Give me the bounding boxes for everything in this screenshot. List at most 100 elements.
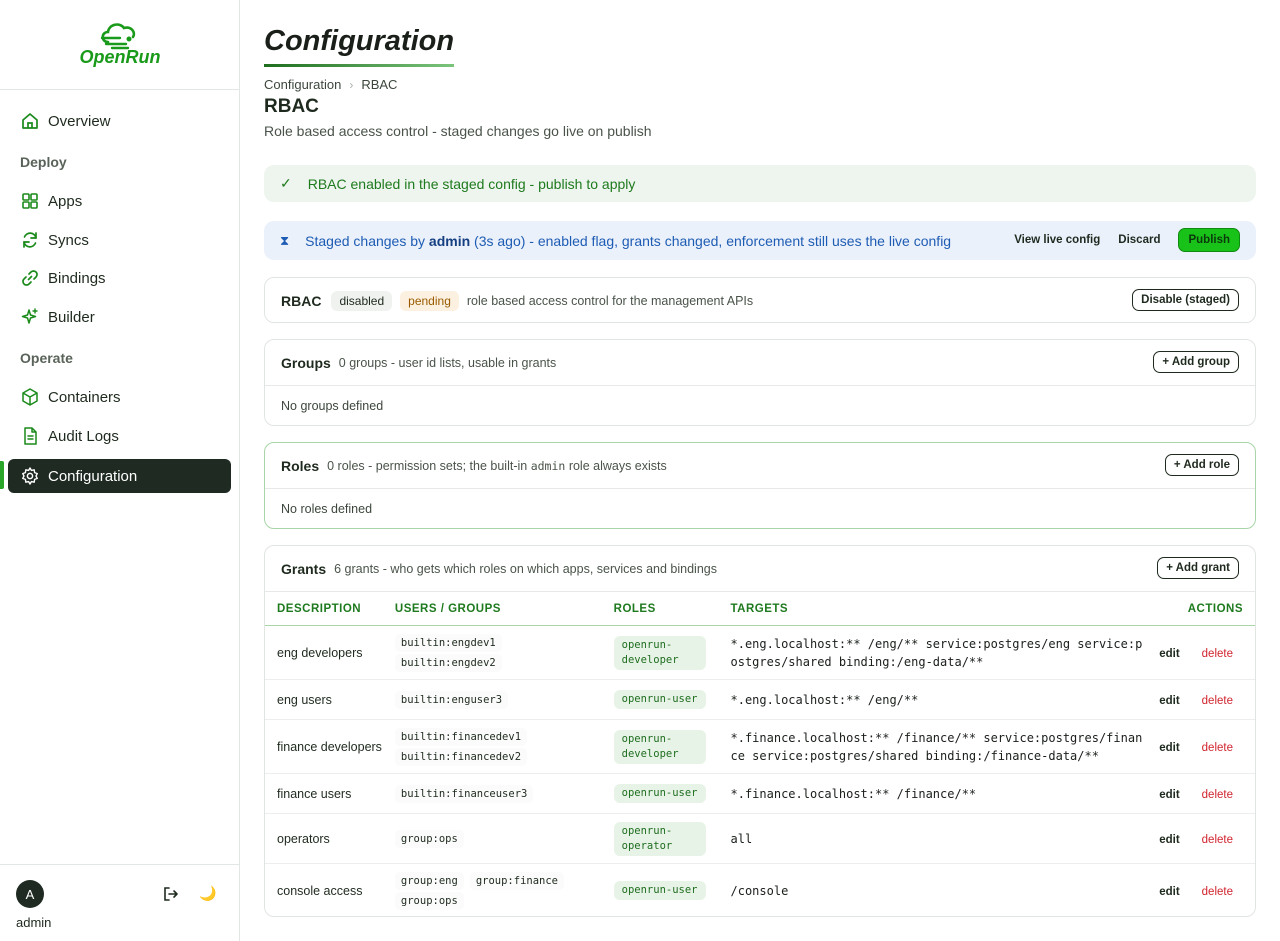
cube-icon: [22, 388, 38, 406]
sidebar: OpenRun Overview Deploy Apps Syncs Bindi…: [0, 0, 240, 941]
rbac-card-description: role based access control for the manage…: [466, 293, 754, 308]
grants-card-subtitle: 6 grants - who gets which roles on which…: [334, 561, 717, 576]
success-banner: ✓ RBAC enabled in the staged config - pu…: [264, 165, 1256, 202]
grant-role: openrun-developer: [601, 625, 719, 680]
grant-targets: *.finance.localhost:** /finance/** servi…: [718, 719, 1143, 774]
grant-actions: edit delete: [1143, 679, 1255, 720]
home-icon: [22, 113, 38, 129]
gear-icon: [22, 467, 38, 485]
sidebar-item-label: Syncs: [48, 231, 89, 249]
user-area: A admin 🌙: [0, 864, 239, 941]
status-badge: disabled: [331, 290, 393, 311]
sidebar-item-bindings[interactable]: Bindings: [8, 261, 231, 295]
grant-users: group:eng group:finance group:ops: [383, 864, 602, 918]
delete-button[interactable]: delete: [1202, 648, 1233, 660]
logout-icon[interactable]: [162, 885, 180, 903]
view-live-config-button[interactable]: View live config: [1014, 234, 1100, 246]
edit-button[interactable]: edit: [1159, 789, 1179, 801]
section-subtitle: Role based access control - staged chang…: [264, 123, 652, 139]
grant-users: builtin:engdev1 builtin:engdev2: [382, 625, 602, 680]
sidebar-item-label: Overview: [48, 112, 111, 130]
user-chip: builtin:engdev1: [394, 633, 502, 652]
sidebar-item-syncs[interactable]: Syncs: [8, 223, 231, 257]
edit-button[interactable]: edit: [1159, 648, 1179, 660]
grant-description: finance users: [265, 773, 383, 814]
grant-actions: edit delete: [1143, 719, 1255, 774]
rbac-card-title: RBAC: [281, 292, 322, 309]
grants-card: Grants 6 grants - who gets which roles o…: [264, 545, 1256, 917]
grid-icon: [22, 193, 38, 209]
cloud-logo-icon: [100, 23, 136, 50]
sidebar-item-configuration[interactable]: Configuration: [8, 459, 231, 493]
breadcrumb-rbac: RBAC: [361, 77, 398, 92]
role-chip: openrun-user: [613, 881, 706, 901]
rbac-card-header: RBAC disabled pending role based access …: [265, 278, 1255, 323]
banner-actions: View live config Discard Publish: [1014, 228, 1240, 252]
breadcrumb-configuration[interactable]: Configuration: [264, 77, 341, 92]
grant-actions: edit delete: [1143, 625, 1255, 680]
grant-role: openrun-user: [601, 773, 719, 814]
delete-button[interactable]: delete: [1202, 695, 1233, 707]
grants-table-header: DESCRIPTION USERS / GROUPS ROLES TARGETS…: [265, 591, 1255, 626]
roles-card-title: Roles: [281, 457, 320, 474]
roles-card-header: Roles 0 roles - permission sets; the bui…: [265, 443, 1255, 488]
grant-actions: edit delete: [1143, 864, 1255, 918]
add-role-button[interactable]: + Add role: [1164, 454, 1239, 476]
role-chip: openrun-operator: [613, 821, 706, 856]
avatar[interactable]: A: [16, 880, 44, 908]
edit-button[interactable]: edit: [1159, 695, 1179, 707]
groups-card-subtitle: 0 groups - user id lists, usable in gran…: [338, 355, 557, 370]
logo[interactable]: OpenRun: [0, 0, 240, 90]
column-header-roles: ROLES: [601, 591, 719, 626]
chevron-right-icon: ›: [349, 77, 354, 92]
sidebar-item-overview[interactable]: Overview: [8, 104, 231, 138]
table-row: console access group:eng group:financegrou…: [265, 864, 1255, 918]
user-chip: builtin:financedev2: [394, 747, 528, 766]
link-icon: [22, 270, 38, 286]
add-group-button[interactable]: + Add group: [1153, 351, 1239, 373]
user-chip: builtin:enguser3: [394, 690, 509, 709]
edit-button[interactable]: edit: [1159, 886, 1179, 898]
publish-button[interactable]: Publish: [1178, 228, 1240, 252]
groups-card-title: Groups: [281, 354, 331, 371]
grant-users: builtin:enguser3: [382, 679, 602, 720]
delete-button[interactable]: delete: [1202, 886, 1233, 898]
breadcrumb: Configuration › RBAC: [264, 77, 397, 92]
disable-staged-button[interactable]: Disable (staged): [1132, 289, 1239, 311]
delete-button[interactable]: delete: [1202, 742, 1233, 754]
grant-description: console access: [277, 883, 363, 898]
pending-badge: pending: [400, 290, 459, 311]
column-header-actions: ACTIONS: [1143, 591, 1255, 626]
sidebar-item-label: Bindings: [48, 269, 106, 287]
sidebar-item-audit-logs[interactable]: Audit Logs: [8, 419, 231, 453]
roles-empty-state: No roles defined: [265, 488, 1255, 528]
grant-targets: all: [718, 813, 1143, 864]
grant-role: openrun-developer: [601, 719, 719, 774]
sidebar-item-apps[interactable]: Apps: [8, 184, 231, 218]
delete-button[interactable]: delete: [1202, 789, 1233, 801]
sync-icon: [23, 232, 37, 248]
user-chip: builtin:engdev2: [394, 653, 502, 672]
grant-targets: /console: [730, 883, 789, 898]
roles-card: Roles 0 roles - permission sets; the bui…: [264, 442, 1256, 529]
edit-button[interactable]: edit: [1159, 742, 1179, 754]
active-indicator: [0, 461, 4, 489]
add-grant-button[interactable]: + Add grant: [1157, 557, 1239, 579]
grant-description: operators: [265, 813, 383, 864]
sidebar-item-containers[interactable]: Containers: [8, 380, 231, 414]
sidebar-section-deploy: Deploy: [20, 154, 67, 170]
edit-button[interactable]: edit: [1159, 834, 1179, 846]
staged-prefix: Staged changes by: [305, 232, 426, 249]
delete-button[interactable]: delete: [1202, 834, 1233, 846]
groups-card-header: Groups 0 groups - user id lists, usable …: [265, 340, 1255, 385]
user-chip: group:finance: [469, 871, 564, 890]
moon-icon[interactable]: 🌙: [199, 885, 216, 902]
table-row: operators group:ops openrun-operator all edi…: [265, 813, 1255, 864]
document-icon: [24, 427, 37, 445]
grant-role: openrun-operator: [601, 813, 719, 864]
staged-text: Staged changes by admin (3s ago) - enabl…: [305, 233, 951, 249]
sidebar-item-builder[interactable]: Builder: [8, 300, 231, 334]
discard-button[interactable]: Discard: [1118, 234, 1160, 246]
table-row: eng developers builtin:engdev1 builtin:eng…: [265, 625, 1255, 680]
grant-role: openrun-user: [602, 864, 719, 918]
